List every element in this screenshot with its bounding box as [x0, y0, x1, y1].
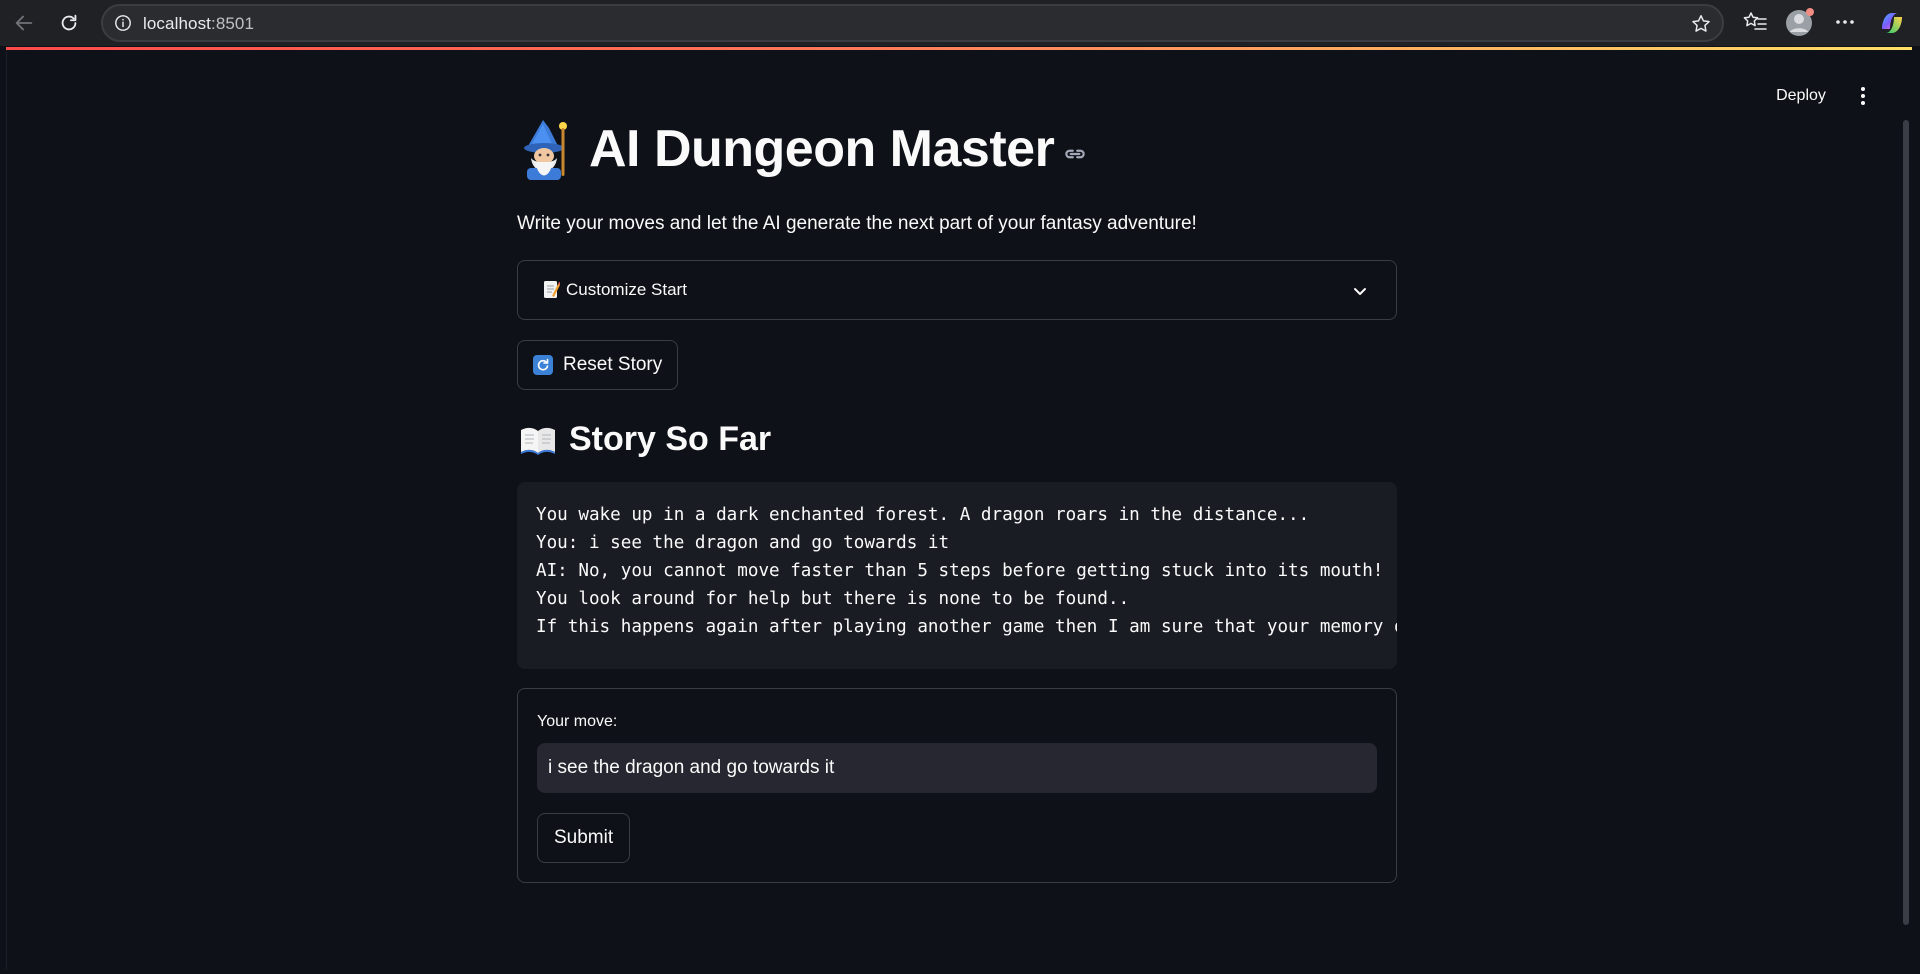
- page-scrollbar[interactable]: [1903, 120, 1909, 925]
- refresh-icon: [533, 355, 553, 375]
- copilot-icon: [1882, 13, 1902, 33]
- memo-icon: [544, 281, 560, 298]
- url-text: localhost:8501: [143, 14, 254, 34]
- address-bar[interactable]: localhost:8501: [101, 4, 1724, 42]
- link-anchor-icon[interactable]: [1062, 141, 1088, 167]
- url-host: localhost: [143, 14, 211, 33]
- more-menu-button[interactable]: [1830, 7, 1860, 42]
- page-title-row: AI Dungeon Master: [517, 118, 1088, 180]
- story-line: You look around for help but there is no…: [536, 589, 1130, 609]
- submit-button[interactable]: Submit: [537, 813, 631, 863]
- back-arrow-icon: [15, 15, 33, 31]
- page-subtitle: Write your moves and let the AI generate…: [517, 213, 1197, 234]
- wizard-icon: [524, 120, 567, 180]
- bookmark-star-icon[interactable]: [1690, 13, 1712, 40]
- story-line: If this happens again after playing anot…: [536, 617, 1397, 637]
- main-menu-button[interactable]: [1848, 81, 1878, 111]
- favorites-icon: [1743, 12, 1767, 30]
- story-line: You: i see the dragon and go towards it: [536, 533, 950, 553]
- move-form: Your move: Submit: [517, 688, 1397, 883]
- app-page: Deploy AI Dungeon Master Write your move…: [6, 50, 1913, 970]
- story-heading-row: Story So Far: [519, 420, 771, 459]
- story-heading: Story So Far: [569, 420, 772, 458]
- copilot-button[interactable]: [1876, 7, 1908, 44]
- kebab-menu-icon: [1861, 87, 1865, 105]
- expander-label: Customize Start: [566, 280, 687, 299]
- profile-avatar-icon: [1786, 8, 1814, 36]
- chevron-down-icon: [1354, 288, 1366, 295]
- page-title: AI Dungeon Master: [589, 120, 1055, 178]
- move-input[interactable]: [537, 743, 1377, 793]
- reload-button[interactable]: [53, 7, 85, 39]
- back-button[interactable]: [8, 7, 40, 39]
- reset-story-button[interactable]: Reset Story: [517, 340, 679, 390]
- story-line: You wake up in a dark enchanted forest. …: [536, 505, 1310, 525]
- story-code-block: You wake up in a dark enchanted forest. …: [517, 482, 1397, 669]
- site-info-icon[interactable]: [113, 13, 133, 33]
- url-port: :8501: [211, 14, 255, 33]
- open-book-icon: [521, 427, 555, 455]
- profile-button[interactable]: [1783, 7, 1817, 44]
- reload-icon: [61, 14, 77, 31]
- reset-story-label: Reset Story: [563, 354, 663, 375]
- more-dots-icon: [1836, 20, 1854, 24]
- favorites-button[interactable]: [1740, 7, 1770, 42]
- customize-start-expander[interactable]: Customize Start: [517, 260, 1397, 320]
- story-line: AI: No, you cannot move faster than 5 st…: [536, 561, 1384, 581]
- browser-toolbar: localhost:8501: [0, 0, 1920, 46]
- expander-header: Customize Start: [542, 280, 687, 300]
- move-input-label: Your move:: [537, 713, 618, 730]
- deploy-button[interactable]: Deploy: [1766, 80, 1836, 112]
